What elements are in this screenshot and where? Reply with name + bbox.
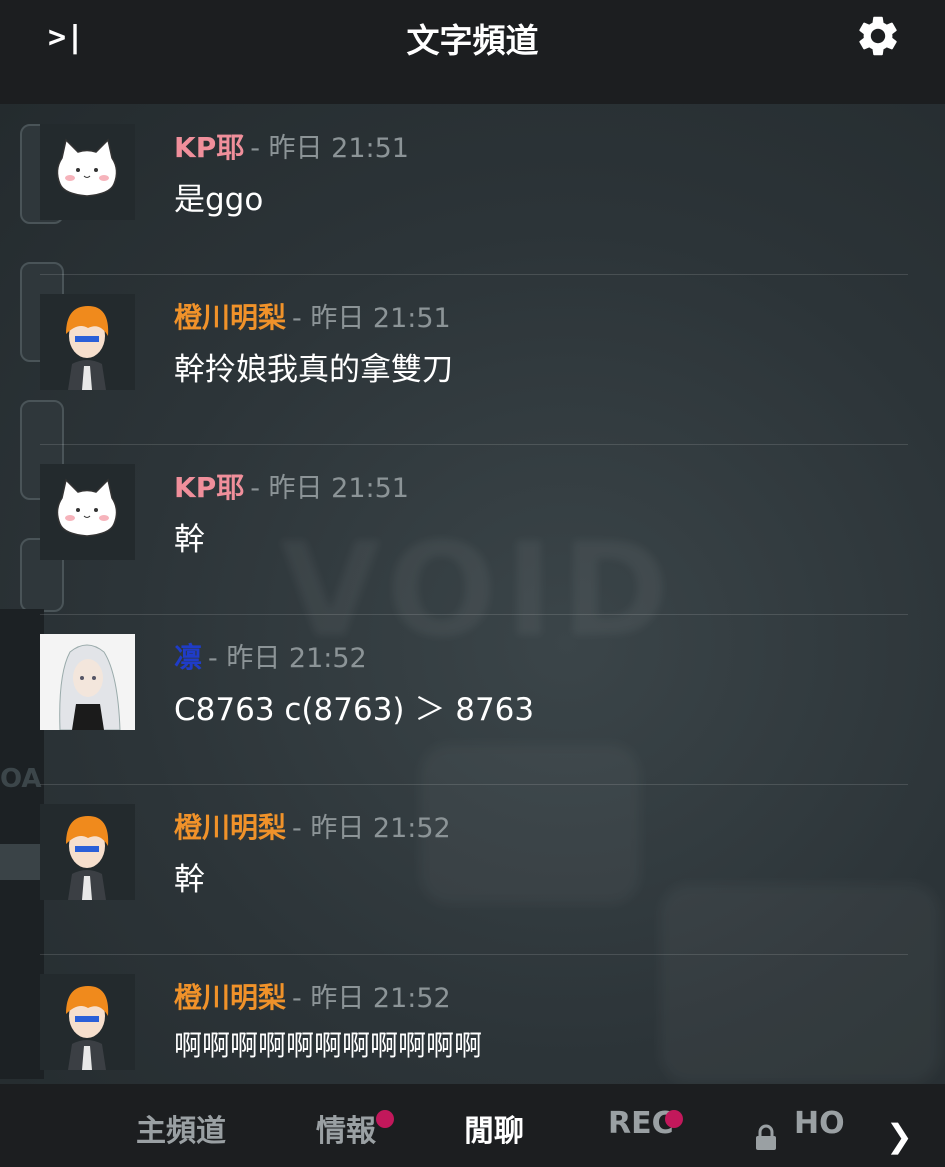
cat-avatar[interactable] [40, 124, 135, 220]
cat-avatar[interactable] [40, 464, 135, 560]
message-author[interactable]: 橙川明梨 [174, 301, 286, 334]
orange-hair-avatar[interactable] [40, 804, 135, 900]
channel-header: >| 文字頻道 [0, 0, 945, 104]
chat-message: KP耶 - 昨日 21:51 是ggo [40, 104, 908, 275]
message-text: C8763 c(8763) ＞ 8763 [174, 692, 535, 728]
message-time: - 昨日 21:52 [292, 813, 451, 844]
orange-hair-avatar[interactable] [40, 974, 135, 1070]
channel-tab-bar: 主頻道 情報 閒聊 REC HO [0, 1084, 945, 1167]
message-author[interactable]: KP耶 [174, 131, 244, 164]
message-text: 幹 [174, 522, 205, 558]
white-hair-avatar[interactable] [40, 634, 135, 730]
notification-dot [665, 1110, 683, 1128]
tab-chat[interactable]: 閒聊 [464, 1106, 524, 1150]
message-text: 幹拎娘我真的拿雙刀 [174, 352, 453, 388]
message-text: 幹 [174, 862, 205, 898]
message-text: 啊啊啊啊啊啊啊啊啊啊啊 [174, 1029, 483, 1062]
message-time: - 昨日 21:52 [208, 643, 367, 674]
message-time: - 昨日 21:51 [292, 303, 451, 334]
chat-message: KP耶 - 昨日 21:51 幹 [40, 444, 908, 615]
chat-message: 凛- 昨日 21:52 C8763 c(8763) ＞ 8763 [40, 614, 908, 785]
message-time: - 昨日 21:51 [250, 133, 409, 164]
message-list[interactable]: KP耶 - 昨日 21:51 是ggo 橙川明梨 - 昨日 21:51 幹拎娘我真的… [0, 104, 945, 1084]
message-text: 是ggo [174, 182, 264, 218]
tab-ho[interactable]: HO [794, 1106, 845, 1141]
gear-icon[interactable] [854, 12, 902, 60]
chevron-right-icon[interactable]: ❯ [886, 1117, 913, 1155]
orange-hair-avatar[interactable] [40, 294, 135, 390]
tab-rec[interactable]: REC [608, 1106, 674, 1141]
message-author[interactable]: 凛 [174, 641, 202, 674]
chat-message: 橙川明梨 - 昨日 21:51 幹拎娘我真的拿雙刀 [40, 274, 908, 445]
message-author[interactable]: KP耶 [174, 471, 244, 504]
message-time: - 昨日 21:52 [292, 983, 451, 1014]
message-author[interactable]: 橙川明梨 [174, 981, 286, 1014]
lock-icon [756, 1124, 776, 1150]
message-time: - 昨日 21:51 [250, 473, 409, 504]
chat-message: 橙川明梨 - 昨日 21:52 幹 [40, 784, 908, 955]
notification-dot [376, 1110, 394, 1128]
page-title: 文字頻道 [406, 21, 539, 60]
message-author[interactable]: 橙川明梨 [174, 811, 286, 844]
tab-intel[interactable]: 情報 [316, 1106, 376, 1150]
tab-main-channel[interactable]: 主頻道 [136, 1106, 226, 1150]
